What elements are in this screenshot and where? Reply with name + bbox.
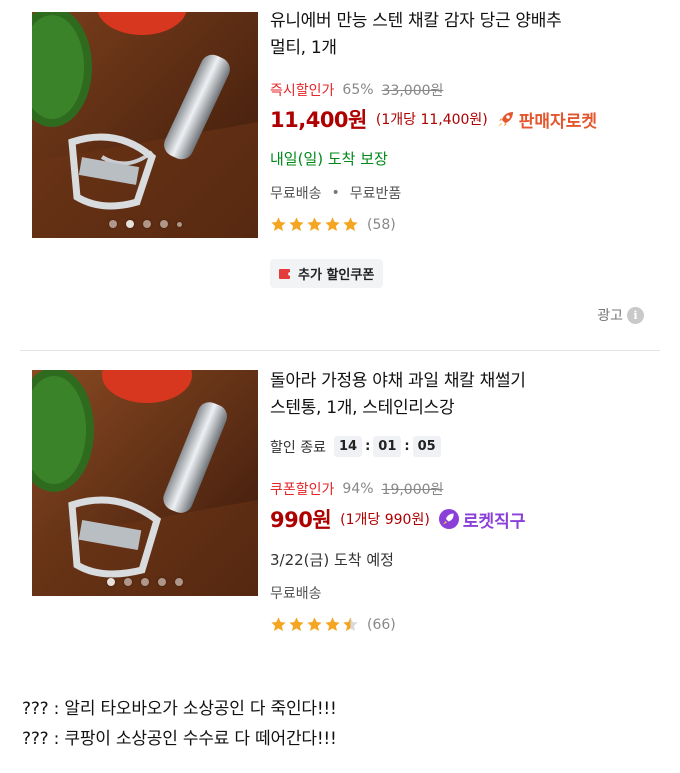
peeler-photo — [32, 12, 258, 238]
timer-label: 할인 종료 — [270, 439, 326, 456]
coupon-label: 추가 할인쿠폰 — [298, 268, 375, 283]
rating-row: (58) — [270, 216, 396, 233]
delivery-row: 내일(일) 도착 보장 — [270, 148, 388, 169]
delivery-row: 3/22(금) 도착 예정 — [270, 549, 394, 570]
discount-row: 쿠폰할인가 94% 19,000원 — [270, 479, 443, 499]
product-title[interactable]: 돌아라 가정용 야채 과일 채칼 채썰기 스텐통, 1개, 스테인리스강 — [270, 368, 660, 422]
timer-colon: : — [404, 439, 410, 454]
rating-row: (66) — [270, 616, 396, 633]
rocket-global-badge: 로켓직구 — [438, 507, 526, 532]
discount-label: 쿠폰할인가 — [270, 482, 335, 498]
product-title-line: 스텐통, 1개, 스테인리스강 — [270, 398, 455, 418]
product-image[interactable] — [32, 12, 258, 238]
discount-row: 즉시할인가 65% 33,000원 — [270, 80, 443, 100]
product-info: 유니에버 만능 스텐 채칼 감자 당근 양배추 멀티, 1개 즉시할인가 65%… — [270, 8, 660, 308]
star-half-icon — [343, 617, 358, 631]
star-icon — [271, 217, 286, 231]
review-count: (58) — [367, 216, 396, 233]
review-count: (66) — [367, 616, 396, 633]
star-icon — [271, 617, 286, 631]
star-icon — [325, 617, 340, 631]
product-image[interactable] — [32, 370, 258, 596]
discount-label: 즉시할인가 — [270, 83, 335, 99]
coupon-icon — [279, 268, 293, 279]
timer-hours: 14 — [333, 436, 363, 457]
pagination-dot — [124, 578, 132, 586]
pagination-dot — [176, 221, 182, 227]
product-title-line: 유니에버 만능 스텐 채칼 감자 당근 양배추 — [270, 11, 562, 31]
delivery-date: 3/22(금) 도착 예정 — [270, 551, 394, 569]
sale-price: 990원 — [270, 508, 332, 532]
ad-text: 광고 — [597, 308, 623, 324]
pagination-dot — [159, 220, 168, 228]
discount-percent: 65% — [342, 82, 374, 98]
star-icon — [307, 617, 322, 631]
original-price: 33,000원 — [381, 83, 444, 99]
free-return: 무료반품 — [349, 186, 402, 202]
pagination-dot — [158, 578, 166, 586]
star-icon — [289, 217, 304, 231]
info-icon[interactable]: i — [627, 306, 644, 324]
peeler-photo — [32, 370, 258, 596]
pagination-dot — [142, 220, 151, 228]
seller-rocket-badge: 판매자로켓 — [496, 107, 597, 132]
product-title[interactable]: 유니에버 만능 스텐 채칼 감자 당근 양배추 멀티, 1개 — [270, 8, 660, 62]
comment-line-1: ??? : 알리 타오바오가 소상공인 다 죽인다!!! — [22, 699, 337, 719]
star-rating — [270, 216, 359, 233]
product-title-line: 돌아라 가정용 야채 과일 채칼 채썰기 — [270, 371, 526, 391]
image-pagination — [32, 578, 258, 586]
pagination-dot — [175, 578, 183, 586]
comment-line-2: ??? : 쿠팡이 소상공인 수수료 다 떼어간다!!! — [22, 729, 337, 749]
discount-percent: 94% — [342, 481, 374, 497]
image-pagination — [32, 220, 258, 228]
star-icon — [307, 217, 322, 231]
pagination-dot — [108, 220, 117, 228]
coupon-row: 추가 할인쿠폰 — [270, 259, 384, 288]
coupon-button[interactable]: 추가 할인쿠폰 — [270, 259, 384, 288]
price-row: 990원 (1개당 990원) 로켓직구 — [270, 504, 525, 534]
divider — [20, 350, 660, 351]
timer-minutes: 01 — [373, 436, 402, 457]
ad-label[interactable]: 광고 i — [597, 305, 644, 325]
rocket-icon — [497, 112, 513, 127]
pagination-dot-active — [125, 220, 134, 228]
product-title-line: 멀티, 1개 — [270, 38, 337, 58]
unit-price: (1개당 990원) — [340, 512, 430, 528]
pagination-dot-active — [107, 578, 115, 586]
timer-seconds: 05 — [412, 436, 441, 457]
star-icon — [289, 617, 304, 631]
badge-label: 판매자로켓 — [518, 111, 597, 132]
delivery-date: 내일(일) 도착 보장 — [270, 150, 388, 168]
free-shipping: 무료배송 — [270, 586, 322, 602]
pagination-dot — [141, 578, 149, 586]
star-rating — [270, 616, 359, 633]
rocket-global-icon — [438, 509, 459, 529]
unit-price: (1개당 11,400원) — [375, 112, 488, 128]
separator-dot: • — [331, 185, 340, 201]
badge-label: 로켓직구 — [462, 511, 526, 532]
product-card-1[interactable]: 유니에버 만능 스텐 채칼 감자 당근 양배추 멀티, 1개 즉시할인가 65%… — [0, 0, 680, 340]
price-row: 11,400원 (1개당 11,400원) 판매자로켓 — [270, 104, 597, 134]
timer-row: 할인 종료 14 : 01 : 05 — [270, 436, 441, 457]
timer-colon: : — [365, 439, 371, 454]
original-price: 19,000원 — [381, 482, 444, 498]
star-icon — [325, 217, 340, 231]
sale-price: 11,400원 — [270, 108, 367, 132]
product-card-2[interactable]: 돌아라 가정용 야채 과일 채칼 채썰기 스텐통, 1개, 스테인리스강 할인 … — [0, 360, 680, 640]
free-shipping: 무료배송 — [270, 186, 322, 202]
shipping-row: 무료배송 • 무료반품 — [270, 183, 401, 203]
product-info: 돌아라 가정용 야채 과일 채칼 채썰기 스텐통, 1개, 스테인리스강 할인 … — [270, 368, 660, 638]
star-icon — [343, 217, 358, 231]
shipping-row: 무료배송 — [270, 583, 322, 603]
